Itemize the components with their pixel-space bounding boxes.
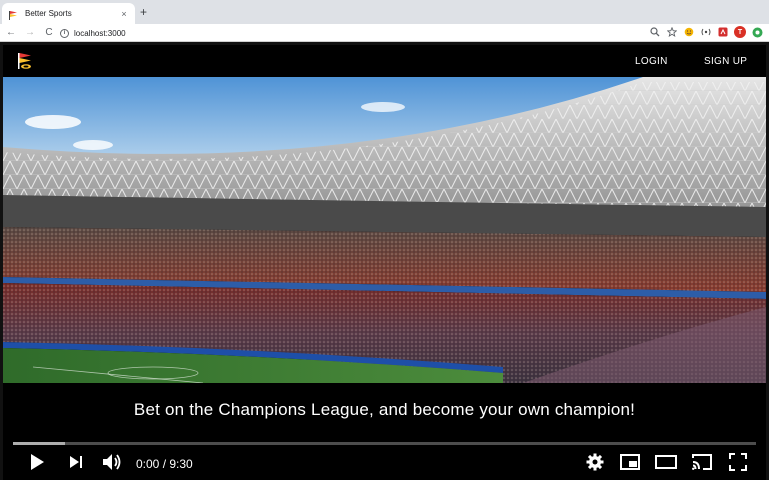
tagline: Bet on the Champions League, and become …	[133, 400, 636, 419]
emoji-extension-icon[interactable]	[683, 26, 695, 38]
flag-icon	[8, 8, 19, 20]
miniplayer-icon[interactable]	[619, 452, 641, 472]
site-navbar: LOGIN SIGN UP	[3, 45, 766, 77]
address-bar[interactable]: i localhost:3000	[60, 26, 126, 40]
page-viewport: LOGIN SIGN UP Bet on the Champions Leagu…	[0, 42, 769, 480]
profile-avatar[interactable]: T	[734, 26, 746, 38]
url-text[interactable]: localhost:3000	[74, 29, 126, 38]
signup-link[interactable]: SIGN UP	[704, 56, 747, 67]
theater-icon[interactable]	[654, 452, 678, 472]
logo-icon[interactable]	[15, 51, 35, 71]
progress-bar[interactable]	[13, 442, 756, 445]
stadium-video-frame[interactable]	[3, 77, 766, 383]
browser-tab[interactable]: Better Sports ×	[2, 3, 135, 24]
fullscreen-icon[interactable]	[728, 452, 748, 472]
tab-close-button[interactable]: ×	[119, 9, 129, 19]
browser-tabstrip: Better Sports × +	[0, 0, 769, 24]
video-player[interactable]: LOGIN SIGN UP Bet on the Champions Leagu…	[3, 45, 766, 480]
info-icon[interactable]: i	[60, 28, 69, 38]
cast-icon[interactable]	[690, 452, 714, 472]
reload-button[interactable]: C	[41, 25, 57, 41]
time-display: 0:00 / 9:30	[136, 457, 193, 471]
pdf-extension-icon[interactable]	[717, 26, 729, 38]
browser-toolbar: ← → C i localhost:3000 T	[0, 24, 769, 42]
broadcast-extension-icon[interactable]	[700, 26, 712, 38]
zoom-icon[interactable]	[649, 26, 661, 38]
bookmark-star-icon[interactable]	[666, 26, 678, 38]
next-icon[interactable]	[67, 452, 85, 472]
green-extension-icon[interactable]	[751, 26, 763, 38]
stadium-image	[3, 77, 766, 383]
tab-title: Better Sports	[25, 9, 72, 18]
play-icon[interactable]	[27, 452, 47, 472]
login-link[interactable]: LOGIN	[635, 56, 668, 67]
volume-icon[interactable]	[101, 452, 123, 472]
gear-icon[interactable]	[585, 452, 605, 472]
extension-bar: T	[649, 26, 763, 38]
back-button[interactable]: ←	[3, 25, 19, 41]
new-tab-button[interactable]: +	[140, 5, 147, 19]
buffered-progress	[13, 442, 65, 445]
forward-button[interactable]: →	[22, 25, 38, 41]
